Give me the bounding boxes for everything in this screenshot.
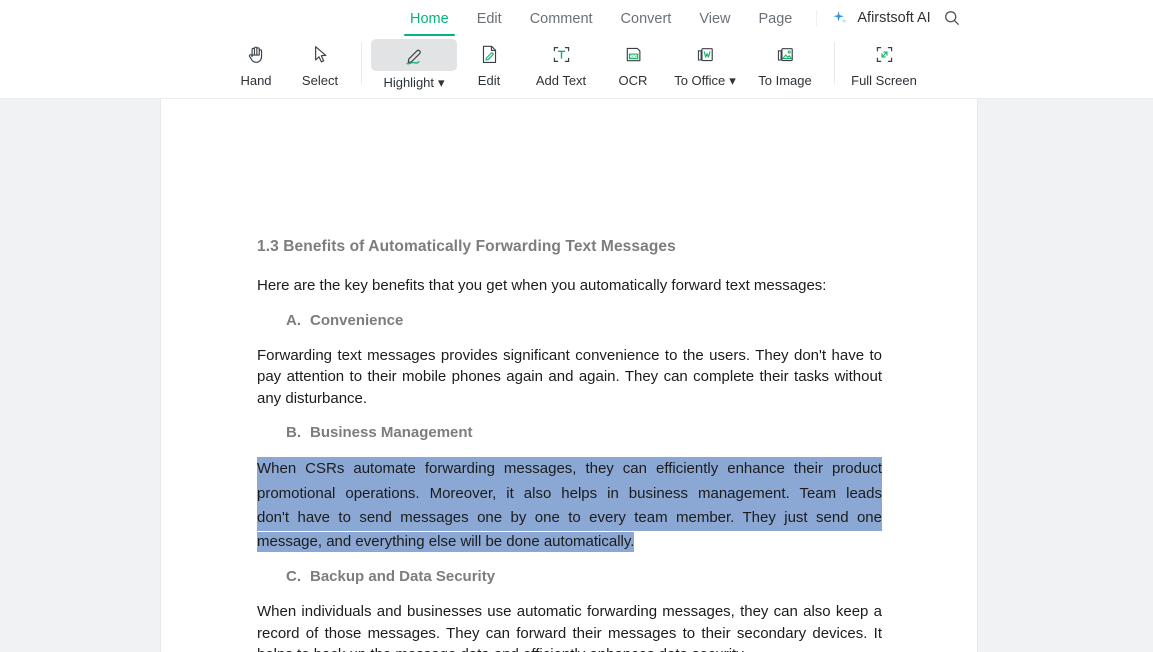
highlight-line: don't have to send messages one by one t… <box>257 506 882 531</box>
subsection-c-letter: C. <box>286 568 301 585</box>
subsection-c-title: Backup and Data Security <box>310 568 496 585</box>
subsection-a-heading: A. Convenience <box>286 312 882 329</box>
top-tab-bar: Home Edit Comment Convert View Page Afir… <box>0 0 1153 36</box>
pdf-page-content: 1.3 Benefits of Automatically Forwarding… <box>257 238 882 652</box>
tab-convert[interactable]: Convert <box>607 2 686 36</box>
tab-page-label: Page <box>758 11 793 27</box>
tool-ocr[interactable]: OCR OCR <box>601 36 665 94</box>
document-viewport[interactable]: 1.3 Benefits of Automatically Forwarding… <box>0 99 1153 652</box>
highlight-line: When CSRs automate forwarding messages, … <box>257 457 882 482</box>
tab-edit[interactable]: Edit <box>463 2 516 36</box>
tool-hand[interactable]: Hand <box>224 36 288 94</box>
tab-view[interactable]: View <box>685 2 744 36</box>
tool-to-office[interactable]: To Office ▾ <box>665 36 745 94</box>
tool-ocr-label: OCR <box>618 73 648 88</box>
full-screen-icon <box>844 39 924 69</box>
tab-comment[interactable]: Comment <box>516 2 607 36</box>
tool-highlight[interactable]: Highlight ▾ <box>371 36 457 94</box>
ribbon-divider-2 <box>834 42 835 84</box>
tool-add-text[interactable]: Add Text <box>521 36 601 94</box>
tool-edit[interactable]: Edit <box>457 36 521 94</box>
tool-select-label: Select <box>301 73 339 88</box>
highlight-line: promotional operations. Moreover, it als… <box>257 481 882 506</box>
highlighter-pen-icon <box>371 39 457 71</box>
tool-to-image[interactable]: To Image <box>745 36 825 94</box>
svg-text:OCR: OCR <box>629 54 638 58</box>
subsection-a-title: Convenience <box>310 311 404 329</box>
subsection-a-letter: A. <box>286 311 301 329</box>
highlight-line: message, and everything else will be don… <box>257 531 635 552</box>
ribbon-items: Hand Select Highlight ▾ Edit Add Text OC… <box>224 36 924 98</box>
intro-paragraph: Here are the key benefits that you get w… <box>257 277 827 294</box>
add-text-icon <box>521 39 601 69</box>
pdf-reader-window: Home Edit Comment Convert View Page Afir… <box>0 0 1153 652</box>
chevron-down-icon[interactable]: ▾ <box>729 73 736 89</box>
tool-select[interactable]: Select <box>288 36 352 94</box>
hand-icon <box>224 39 288 69</box>
tool-full-screen[interactable]: Full Screen <box>844 36 924 94</box>
pdf-page[interactable]: 1.3 Benefits of Automatically Forwarding… <box>161 99 977 652</box>
tool-full-screen-label: Full Screen <box>851 73 917 88</box>
tool-add-text-label: Add Text <box>535 73 587 88</box>
subsection-b-title: Business Management <box>310 424 473 441</box>
tab-page[interactable]: Page <box>745 2 807 36</box>
tab-convert-label: Convert <box>620 11 672 27</box>
tool-to-image-label: To Image <box>758 73 812 88</box>
cursor-arrow-icon <box>288 39 352 69</box>
tab-comment-label: Comment <box>529 11 593 27</box>
subsection-c-body: When individuals and businesses use auto… <box>257 603 882 652</box>
ai-assistant-label: Afirstsoft AI <box>857 10 931 26</box>
subsection-a-body: Forwarding text messages provides signif… <box>257 346 882 407</box>
subsection-b-letter: B. <box>286 424 301 441</box>
highlighted-text-annotation[interactable]: When CSRs automate forwarding messages, … <box>257 457 882 552</box>
tool-to-office-label: To Office ▾ <box>674 73 736 89</box>
edit-document-icon <box>457 39 521 69</box>
tab-edit-label: Edit <box>476 11 502 27</box>
to-image-icon <box>745 39 825 69</box>
search-icon[interactable] <box>943 9 961 27</box>
ribbon-divider-1 <box>361 42 362 84</box>
tab-home-label: Home <box>410 11 449 27</box>
tool-highlight-label: Highlight ▾ <box>383 75 445 91</box>
ocr-icon: OCR <box>601 39 665 69</box>
sparkle-icon <box>831 9 849 27</box>
tab-view-label: View <box>699 11 731 27</box>
tool-edit-label: Edit <box>477 73 501 88</box>
tab-home[interactable]: Home <box>396 2 463 36</box>
subsection-c-heading: C. Backup and Data Security <box>286 568 882 585</box>
tool-hand-label: Hand <box>240 73 272 88</box>
chevron-down-icon[interactable]: ▾ <box>438 75 445 91</box>
subsection-b-heading: B. Business Management <box>286 424 882 441</box>
tab-list: Home Edit Comment Convert View Page <box>396 0 806 36</box>
tabbar-divider <box>816 10 818 26</box>
section-heading: 1.3 Benefits of Automatically Forwarding… <box>257 238 676 255</box>
ai-assistant-button[interactable]: Afirstsoft AI <box>831 9 931 27</box>
home-ribbon-toolbar: Hand Select Highlight ▾ Edit Add Text OC… <box>0 36 1153 98</box>
to-office-word-icon <box>665 39 745 69</box>
